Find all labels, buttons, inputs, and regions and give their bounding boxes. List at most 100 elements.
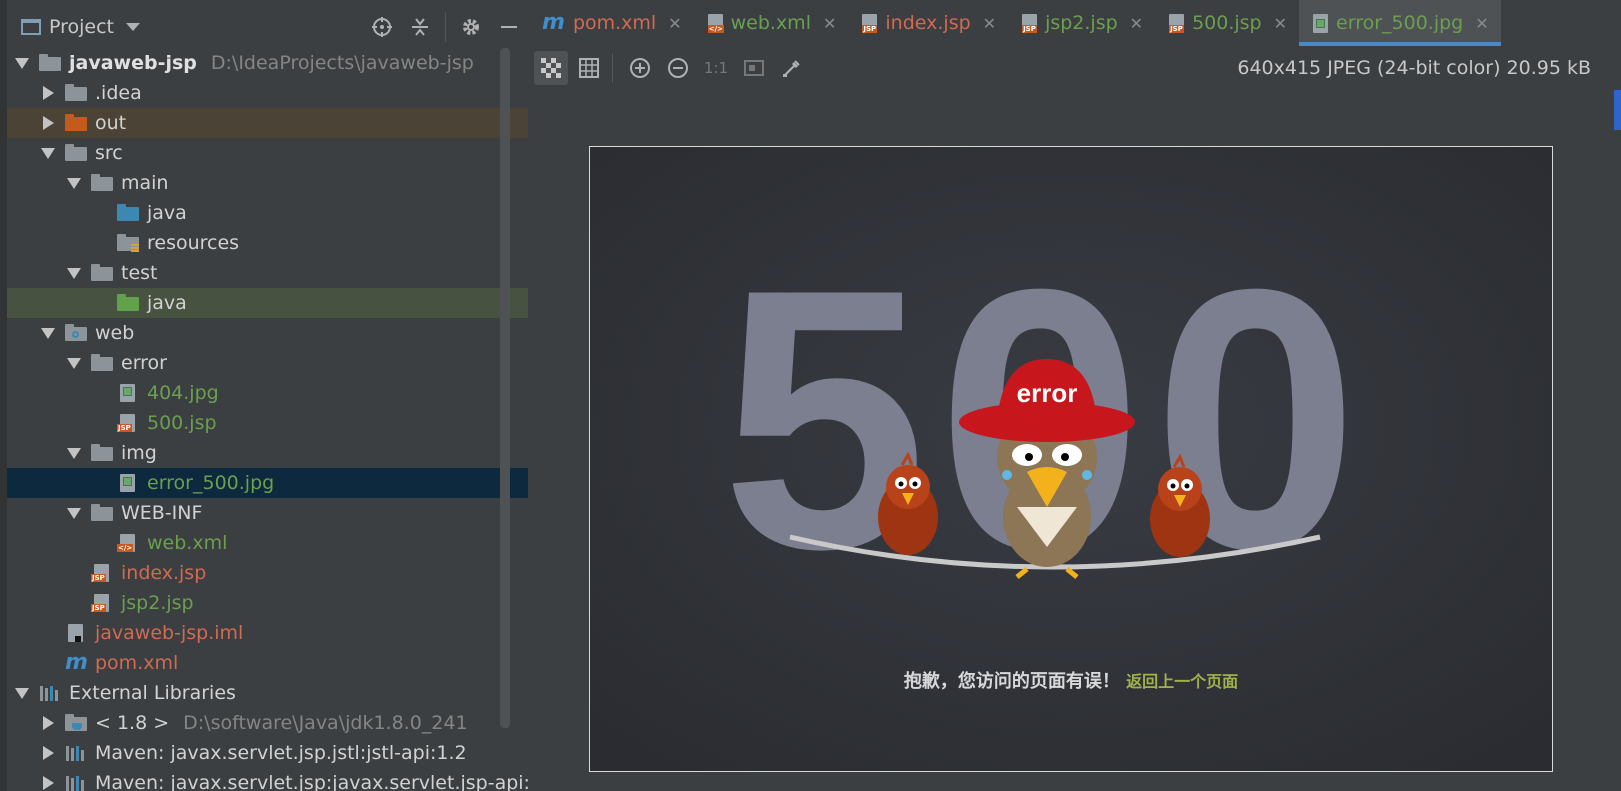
expand-arrow[interactable] xyxy=(39,774,57,791)
tree-item-test[interactable]: test xyxy=(7,258,528,288)
minimize-icon[interactable] xyxy=(490,8,528,46)
close-icon[interactable]: ✕ xyxy=(823,14,836,33)
chevron-down-icon[interactable] xyxy=(126,23,141,31)
excluded-folder-icon xyxy=(65,114,87,132)
tab-index-jsp[interactable]: JSP index.jsp ✕ xyxy=(848,0,1008,46)
tab-jsp2-jsp[interactable]: JSP jsp2.jsp ✕ xyxy=(1008,0,1155,46)
expand-arrow[interactable] xyxy=(65,264,83,282)
folder-icon xyxy=(65,84,87,102)
actual-size-label: 1:1 xyxy=(703,59,729,77)
zoom-out-icon[interactable] xyxy=(661,51,695,85)
module-folder-icon xyxy=(39,54,61,72)
tree-item-idea[interactable]: .idea xyxy=(7,78,528,108)
tree-item-main[interactable]: main xyxy=(7,168,528,198)
chessboard-icon[interactable] xyxy=(534,51,568,85)
tree-item-index-jsp[interactable]: JSP index.jsp xyxy=(7,558,528,588)
tree-item-500-jsp[interactable]: JSP 500.jsp xyxy=(7,408,528,438)
source-folder-icon xyxy=(117,204,139,222)
tree-item-maven-jstl[interactable]: Maven: javax.servlet.jsp.jstl:jstl-api:1… xyxy=(7,738,528,768)
expand-arrow[interactable] xyxy=(39,744,57,762)
tree-item-label: .idea xyxy=(95,82,142,104)
maven-icon: m xyxy=(542,10,565,35)
tree-item-out[interactable]: out xyxy=(7,108,528,138)
image-info: 640x415 JPEG (24-bit color) 20.95 kB xyxy=(1237,57,1591,79)
tree-item-javaweb-jsp[interactable]: javaweb-jsp D:\IdeaProjects\javaweb-jsp xyxy=(7,48,528,78)
expand-arrow[interactable] xyxy=(65,444,83,462)
tree-item-path: D:\software\Java\jdk1.8.0_241 xyxy=(183,712,468,734)
close-icon[interactable]: ✕ xyxy=(1130,14,1143,33)
module-file-icon xyxy=(65,624,87,642)
tab-label: index.jsp xyxy=(885,12,971,34)
zoom-in-icon[interactable] xyxy=(623,51,657,85)
tree-item-label: resources xyxy=(147,232,240,254)
tree-item-error-500-jpg[interactable]: error_500.jpg xyxy=(7,468,528,498)
tree-item-label: External Libraries xyxy=(69,682,236,704)
expand-arrow[interactable] xyxy=(39,84,57,102)
jsp-file-icon: JSP xyxy=(117,414,139,432)
expand-arrow[interactable] xyxy=(65,354,83,372)
tree-item-error[interactable]: error xyxy=(7,348,528,378)
tab-500-jsp[interactable]: JSP 500.jsp ✕ xyxy=(1155,0,1299,46)
tree-item-404-jpg[interactable]: 404.jpg xyxy=(7,378,528,408)
close-icon[interactable]: ✕ xyxy=(983,14,996,33)
xml-file-icon: </> xyxy=(117,534,139,552)
tree-item-web[interactable]: web xyxy=(7,318,528,348)
tree-item-src[interactable]: src xyxy=(7,138,528,168)
close-icon[interactable]: ✕ xyxy=(1274,14,1287,33)
folder-icon xyxy=(65,144,87,162)
close-icon[interactable]: ✕ xyxy=(668,14,681,33)
tab-label: error_500.jpg xyxy=(1336,12,1464,34)
grid-icon[interactable] xyxy=(572,51,606,85)
project-window-icon xyxy=(21,19,41,35)
expand-arrow[interactable] xyxy=(39,114,57,132)
close-icon[interactable]: ✕ xyxy=(1475,14,1488,33)
tab-pom-xml[interactable]: m pom.xml ✕ xyxy=(528,0,694,46)
tree-item-jdk[interactable]: < 1.8 > D:\software\Java\jdk1.8.0_241 xyxy=(7,708,528,738)
project-panel-title[interactable]: Project xyxy=(49,16,114,38)
tree-item-external-libraries[interactable]: External Libraries xyxy=(7,678,528,708)
tool-window-strip xyxy=(0,0,7,791)
expand-arrow[interactable] xyxy=(65,504,83,522)
tree-item-label: web xyxy=(95,322,135,344)
expand-arrow[interactable] xyxy=(39,714,57,732)
collapse-all-icon[interactable] xyxy=(401,8,439,46)
expand-arrow[interactable] xyxy=(13,54,31,72)
tree-item-resources[interactable]: resources xyxy=(7,228,528,258)
tab-label: pom.xml xyxy=(572,12,657,34)
tree-item-label: index.jsp xyxy=(121,562,207,584)
tree-item-label: error xyxy=(121,352,167,374)
expand-arrow[interactable] xyxy=(65,174,83,192)
tree-scrollbar[interactable] xyxy=(500,48,510,728)
locate-icon[interactable] xyxy=(363,8,401,46)
tree-item-web-inf[interactable]: WEB-INF xyxy=(7,498,528,528)
tree-item-test-java[interactable]: java xyxy=(7,288,528,318)
tree-item-main-java[interactable]: java xyxy=(7,198,528,228)
actual-size-button[interactable]: 1:1 xyxy=(699,51,733,85)
tree-item-pom-xml[interactable]: m pom.xml xyxy=(7,648,528,678)
color-picker-icon[interactable] xyxy=(775,51,809,85)
hat-error-text: error xyxy=(1017,378,1078,408)
tab-error-500-jpg[interactable]: error_500.jpg ✕ xyxy=(1299,0,1501,46)
tab-web-xml[interactable]: </> web.xml ✕ xyxy=(694,0,849,46)
folder-icon xyxy=(91,354,113,372)
jdk-folder-icon xyxy=(65,714,87,732)
tree-item-web-xml[interactable]: </> web.xml xyxy=(7,528,528,558)
tree-item-img[interactable]: img xyxy=(7,438,528,468)
tree-item-maven-jsp-api[interactable]: Maven: javax.servlet.jsp:javax.servlet.j… xyxy=(7,768,578,791)
xml-file-icon: </> xyxy=(707,13,724,33)
tree-item-label: jsp2.jsp xyxy=(121,592,194,614)
gear-icon[interactable] xyxy=(452,8,490,46)
library-icon xyxy=(65,774,87,791)
image-toolbar: 1:1 640x415 JPEG (24-bit color) 20.95 kB xyxy=(528,46,1621,90)
fit-zoom-icon[interactable] xyxy=(737,51,771,85)
resources-folder-icon xyxy=(117,234,139,252)
image-file-icon xyxy=(117,384,139,402)
tree-item-iml[interactable]: javaweb-jsp.iml xyxy=(7,618,528,648)
expand-arrow[interactable] xyxy=(39,324,57,342)
tree-item-jsp2-jsp[interactable]: JSP jsp2.jsp xyxy=(7,588,528,618)
expand-arrow[interactable] xyxy=(39,144,57,162)
tree-item-path: D:\IdeaProjects\javaweb-jsp xyxy=(210,52,474,74)
project-panel-header: Project xyxy=(7,0,528,54)
expand-arrow[interactable] xyxy=(13,684,31,702)
error-caption: 抱歉，您访问的页面有误！ 返回上一个页面 xyxy=(590,667,1552,693)
